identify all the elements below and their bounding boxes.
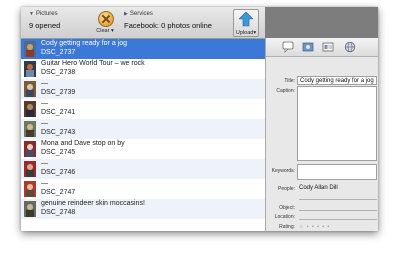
- toolbar: ▼ Pictures 9 opened Clear ▾ ▶ Services Fac…: [21, 7, 265, 39]
- disclosure-triangle-icon[interactable]: ▼: [29, 11, 34, 17]
- location-field[interactable]: [299, 219, 377, 220]
- keywords-label: Keywords:: [271, 168, 295, 174]
- photo-title: Guitar Hero World Tour – we rock: [41, 60, 145, 67]
- photo-title: genuine reindeer skin moccasins!: [41, 200, 145, 207]
- photo-row[interactable]: — DSC_2746: [21, 159, 265, 179]
- photo-filename: DSC_2748: [41, 209, 76, 216]
- upload-button[interactable]: Upload▾: [233, 9, 259, 37]
- photo-title: —: [41, 120, 48, 127]
- photo-filename: DSC_2738: [41, 69, 76, 76]
- clear-button[interactable]: Clear ▾: [95, 10, 115, 34]
- photo-filename: DSC_2747: [41, 189, 76, 196]
- pictures-header: ▼ Pictures: [29, 11, 93, 17]
- object-field[interactable]: [299, 210, 377, 211]
- title-label: Title:: [284, 78, 295, 84]
- app-window: ▼ Pictures 9 opened Clear ▾ ▶ Services Fac…: [21, 7, 378, 231]
- keywords-field[interactable]: [297, 164, 377, 180]
- photo-thumbnail: [24, 201, 36, 217]
- photo-filename: DSC_2737: [41, 49, 76, 56]
- rating-stars[interactable]: ☆ • • • • •: [299, 224, 330, 230]
- photo-thumbnail: [24, 141, 36, 157]
- pictures-group[interactable]: ▼ Pictures 9 opened: [29, 11, 93, 34]
- services-group[interactable]: ▶ Services Facebook: 0 photos online: [124, 11, 230, 34]
- photo-filename: DSC_2741: [41, 109, 76, 116]
- object-label: Object:: [279, 205, 295, 211]
- photo-thumbnail: [24, 61, 36, 77]
- photo-thumbnail: [24, 81, 36, 97]
- photo-filename: DSC_2746: [41, 169, 76, 176]
- services-header: ▶ Services: [124, 11, 230, 17]
- detail-toolbar: [266, 38, 378, 57]
- photo-row[interactable]: Cody getting ready for a jog DSC_2737: [21, 39, 265, 59]
- photo-filename: DSC_2745: [41, 149, 76, 156]
- photo-filename: DSC_2743: [41, 129, 76, 136]
- photo-title: Mona and Dave stop on by: [41, 140, 125, 147]
- services-status: Facebook: 0 photos online: [124, 21, 212, 30]
- photo-title: —: [41, 160, 48, 167]
- photo-thumbnail: [24, 41, 36, 57]
- detail-panel: Title: Cody getting ready for a jog Capt…: [265, 38, 378, 231]
- photo-row[interactable]: Guitar Hero World Tour – we rock DSC_2738: [21, 59, 265, 79]
- photo-list[interactable]: Cody getting ready for a jog DSC_2737 Guit…: [21, 39, 265, 231]
- photo-row[interactable]: — DSC_2739: [21, 79, 265, 99]
- address-card-icon[interactable]: [322, 41, 334, 53]
- photo-thumbnail: [24, 161, 36, 177]
- people-divider: [299, 199, 377, 200]
- people-value[interactable]: Cody Allan Dill: [299, 185, 338, 191]
- photo-row[interactable]: — DSC_2743: [21, 119, 265, 139]
- speech-bubble-icon[interactable]: [282, 41, 294, 53]
- clear-icon: [98, 11, 114, 27]
- photo-row[interactable]: genuine reindeer skin moccasins! DSC_2748: [21, 199, 265, 219]
- people-label: People:: [278, 186, 295, 192]
- photo-row[interactable]: — DSC_2747: [21, 179, 265, 199]
- caption-field[interactable]: [297, 86, 377, 161]
- photo-title: —: [41, 100, 48, 107]
- photo-row[interactable]: Mona and Dave stop on by DSC_2745: [21, 139, 265, 159]
- disclosure-triangle-icon[interactable]: ▶: [124, 11, 128, 17]
- detail-header-area: [265, 7, 378, 38]
- upload-arrow-icon: [239, 12, 253, 27]
- upload-label: Upload: [235, 30, 254, 36]
- services-header-label: Services: [129, 11, 153, 17]
- title-field[interactable]: Cody getting ready for a jog: [297, 76, 377, 85]
- photo-filename: DSC_2739: [41, 89, 76, 96]
- clear-label: Clear: [96, 28, 110, 34]
- photo-title: Cody getting ready for a jog: [41, 40, 127, 47]
- pictures-count: 9 opened: [29, 21, 61, 30]
- location-label: Location:: [274, 214, 295, 220]
- pictures-header-label: Pictures: [35, 11, 58, 17]
- rating-label: Rating:: [279, 224, 295, 230]
- photo-title: —: [41, 180, 48, 187]
- photo-thumbnail: [24, 101, 36, 117]
- photo-title: —: [41, 80, 48, 87]
- caption-label: Caption:: [276, 88, 295, 94]
- photo-thumbnail: [24, 181, 36, 197]
- globe-icon[interactable]: [344, 41, 356, 53]
- photo-icon[interactable]: [302, 41, 314, 53]
- photo-thumbnail: [24, 121, 36, 137]
- photo-row[interactable]: — DSC_2741: [21, 99, 265, 119]
